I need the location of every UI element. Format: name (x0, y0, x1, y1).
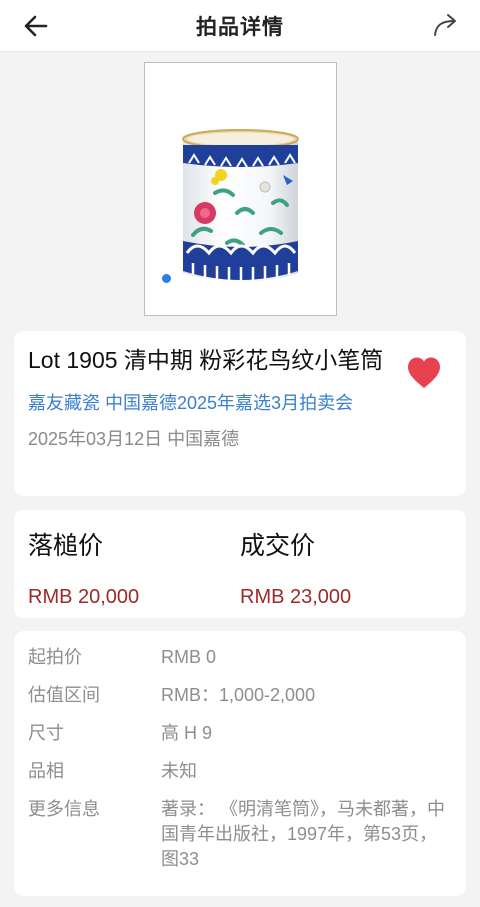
detail-label: 估值区间 (28, 685, 100, 705)
detail-value: RMB 0 (161, 647, 217, 667)
detail-label: 尺寸 (28, 723, 64, 743)
hammer-price-value: RMB 20,000 (28, 586, 140, 608)
lot-image[interactable] (143, 62, 337, 316)
detail-label: 起拍价 (28, 647, 82, 667)
detail-value: 高 H 9 (161, 723, 213, 743)
page-title: 拍品详情 (196, 15, 284, 39)
deal-price-section: 成交价 RMB 23,000 (240, 526, 452, 618)
hammer-price-section: 落槌价 RMB 20,000 (28, 526, 240, 618)
image-gallery (0, 52, 480, 320)
sale-name-link[interactable]: 中国嘉德2025年嘉选3月拍卖会 (105, 393, 353, 413)
detail-value: 未知 (161, 761, 197, 781)
detail-label: 品相 (28, 761, 64, 781)
sale-date-location: 2025年03月12日 中国嘉德 (28, 429, 240, 449)
detail-value: 著录： 《明清笔筒》，马未都著，中国青年出版社，1997年，第53页，图33 (161, 799, 445, 869)
lot-title: Lot 1905 清中期 粉彩花鸟纹小笔筒 (28, 347, 384, 373)
details-card: 起拍价 RMB 0 估值区间 RMB：1,000-2,000 尺寸 高 H 9 … (14, 631, 466, 896)
detail-label: 更多信息 (28, 799, 100, 819)
brush-pot-illustration (181, 129, 299, 282)
carousel-dot-active[interactable] (161, 274, 171, 283)
detail-row-estimate: 估值区间 RMB：1,000-2,000 (28, 683, 452, 708)
hammer-price-label: 落槌价 (28, 532, 104, 560)
favorite-heart-icon[interactable] (406, 356, 442, 390)
detail-row-more-info: 更多信息 著录： 《明清笔筒》，马未都著，中国青年出版社，1997年，第53页，… (28, 797, 452, 872)
deal-price-label: 成交价 (240, 532, 316, 560)
price-card: 落槌价 RMB 20,000 成交价 RMB 23,000 (14, 510, 466, 618)
detail-row-starting-price: 起拍价 RMB 0 (28, 645, 452, 670)
detail-row-size: 尺寸 高 H 9 (28, 721, 452, 746)
auction-links: 嘉友藏瓷 中国嘉德2025年嘉选3月拍卖会 (28, 389, 452, 415)
deal-price-value: RMB 23,000 (240, 586, 352, 608)
lot-info-card: Lot 1905 清中期 粉彩花鸟纹小笔筒 嘉友藏瓷 中国嘉德2025年嘉选3月… (14, 331, 466, 496)
auction-house-link[interactable]: 嘉友藏瓷 (28, 393, 100, 413)
detail-value: RMB：1,000-2,000 (161, 685, 316, 705)
back-arrow-icon[interactable] (22, 12, 50, 40)
top-bar: 拍品详情 (0, 0, 480, 52)
share-icon[interactable] (430, 10, 460, 40)
detail-row-condition: 品相 未知 (28, 759, 452, 784)
